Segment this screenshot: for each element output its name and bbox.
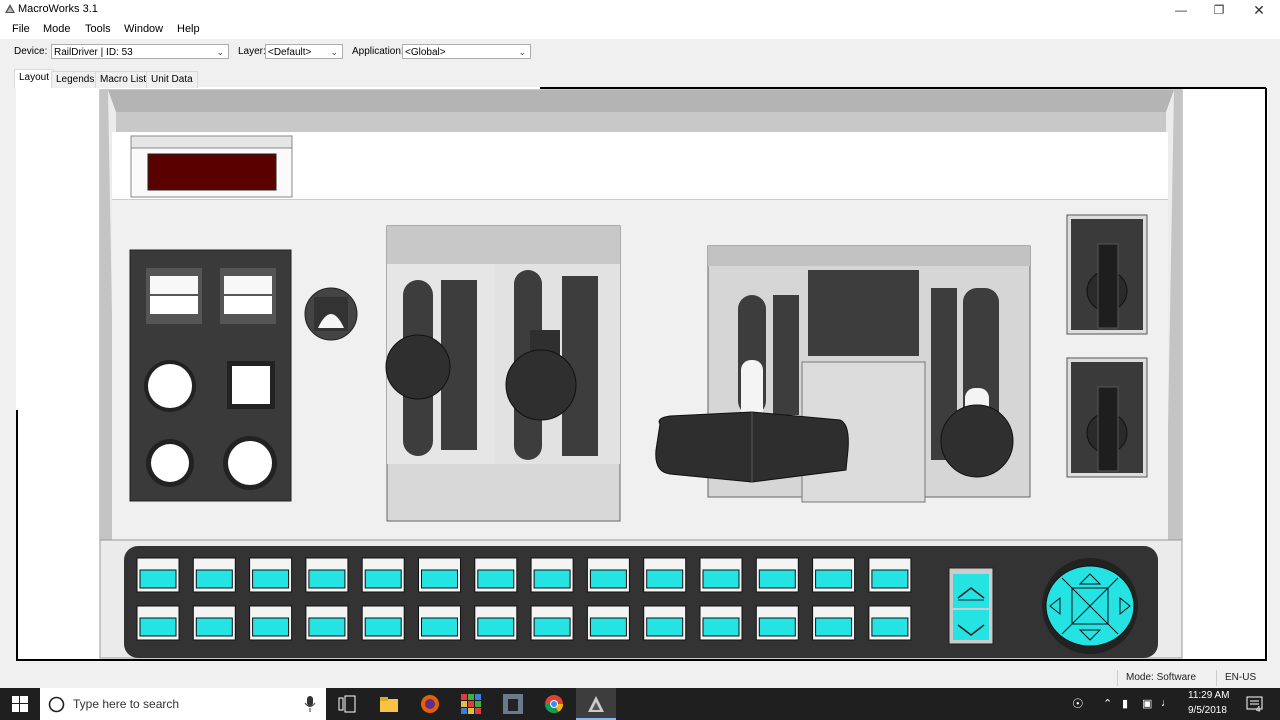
search-placeholder: Type here to search: [73, 697, 180, 711]
up-down-rocker: [948, 567, 994, 645]
keypad-button: [192, 557, 236, 593]
notifications-icon[interactable]: [1246, 695, 1264, 713]
keypad-button: [868, 605, 912, 641]
keypad-button: [530, 557, 574, 593]
keypad-button: [418, 605, 461, 641]
digital-display: [130, 135, 293, 198]
clock-date[interactable]: 9/5/2018: [1188, 705, 1227, 716]
keypad-button: [192, 605, 236, 641]
status-mode: Mode: Software: [1117, 670, 1204, 686]
keypad-button: [530, 605, 574, 641]
keypad-button: [755, 605, 799, 641]
file-explorer-icon[interactable]: [379, 694, 399, 714]
keypad-button: [643, 605, 687, 641]
notification-count: 4: [1256, 705, 1261, 714]
keypad-button: [643, 557, 687, 593]
people-icon[interactable]: ☉: [1072, 696, 1084, 712]
keypad-button: [699, 605, 743, 641]
keypad-button: [361, 557, 405, 593]
chevron-up-icon[interactable]: ⌃: [1103, 697, 1112, 710]
microphone-icon[interactable]: [304, 696, 316, 712]
wiper-lights-panel: [129, 249, 292, 502]
task-view-icon[interactable]: [337, 694, 357, 714]
keypad-button: [699, 557, 743, 593]
macroworks-icon: [588, 696, 604, 712]
search-circle-icon: [48, 696, 65, 713]
windows-start-icon[interactable]: [12, 696, 28, 712]
keypad-button: [361, 605, 405, 641]
photo-app-icon[interactable]: [503, 694, 523, 714]
keypad-button: [586, 557, 630, 593]
keypad-button: [812, 557, 856, 593]
chrome-icon[interactable]: [544, 694, 564, 714]
keypad-button: [474, 557, 518, 593]
clock-time[interactable]: 11:29 AM: [1188, 690, 1230, 701]
status-locale: EN-US: [1216, 670, 1264, 686]
brake-panel: [655, 245, 1031, 503]
battery-icon[interactable]: ▮: [1122, 697, 1128, 710]
tiles-app-icon[interactable]: [461, 694, 481, 714]
keypad-button: [474, 605, 518, 641]
keypad-button: [868, 557, 912, 593]
keypad-button: [136, 557, 180, 593]
keypad-button: [755, 557, 799, 593]
keypad-button: [305, 557, 349, 593]
keypad-button: [586, 605, 630, 641]
keypad-button: [249, 605, 293, 641]
firefox-icon[interactable]: [420, 694, 440, 714]
volume-icon[interactable]: ♩: [1161, 697, 1172, 709]
dpad: [1042, 558, 1138, 654]
emergency-button: [304, 287, 358, 341]
keypad-button: [305, 605, 349, 641]
network-icon[interactable]: ▣: [1142, 697, 1152, 710]
raildriver-layout: [16, 87, 1267, 661]
reverser-throttle-panel: [385, 225, 621, 522]
keypad-button: [136, 605, 180, 641]
keypad-button: [812, 605, 856, 641]
keypad-button: [249, 557, 293, 593]
keypad-button: [418, 557, 461, 593]
